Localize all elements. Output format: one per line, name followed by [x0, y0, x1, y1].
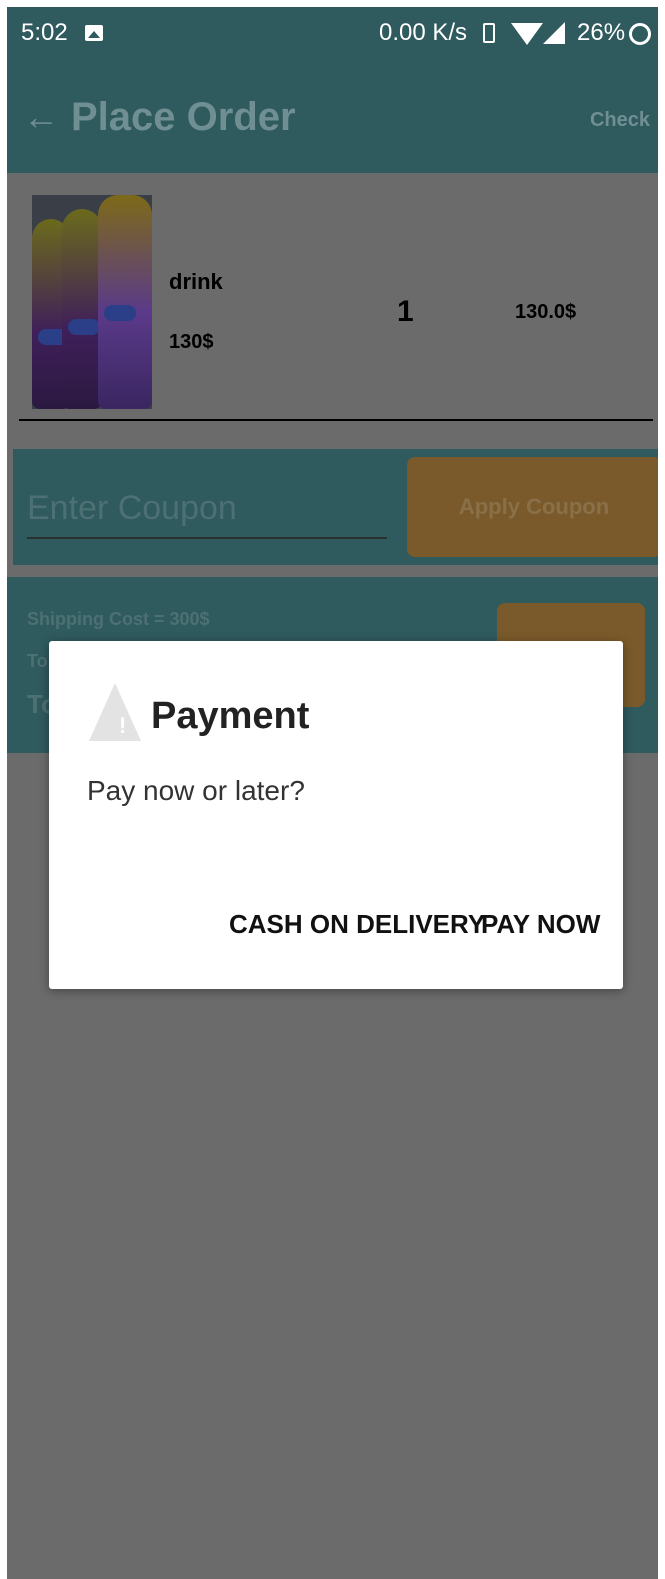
apply-coupon-button[interactable]: Apply Coupon	[407, 457, 658, 557]
app-screen: 5:02 0.00 K/s 26% ← Place Order Check dr…	[7, 7, 658, 1579]
warning-mark: !	[119, 713, 127, 738]
image-icon	[85, 25, 103, 41]
back-arrow-icon[interactable]: ←	[23, 99, 59, 135]
app-bar: ← Place Order Check	[7, 61, 658, 173]
bottle-shape	[62, 209, 102, 409]
battery-icon	[629, 23, 651, 45]
wifi-icon	[511, 23, 543, 45]
coupon-panel: Apply Coupon	[13, 449, 658, 565]
dialog-message: Pay now or later?	[87, 775, 305, 806]
product-total: 130.0$	[515, 301, 577, 323]
bottle-label-shape	[104, 305, 136, 321]
total-line: To	[27, 651, 48, 671]
battery-percent: 26%	[577, 19, 626, 46]
product-quantity: 1	[397, 295, 414, 328]
page-title: Place Order	[71, 95, 296, 139]
dialog-title: Payment	[151, 695, 310, 737]
cash-on-delivery-button[interactable]: CASH ON DELIVERY	[229, 909, 485, 940]
warning-icon	[89, 683, 141, 741]
product-name: drink	[169, 269, 223, 294]
vibrate-icon	[483, 23, 495, 43]
item-divider	[19, 419, 653, 421]
product-price: 130$	[169, 331, 214, 353]
status-time: 5:02	[21, 19, 68, 46]
bottle-shape	[98, 195, 152, 409]
payment-dialog: ! Payment Pay now or later? CASH ON DELI…	[49, 641, 623, 989]
product-image	[32, 195, 152, 409]
bottle-label-shape	[68, 319, 100, 335]
signal-icon	[543, 22, 565, 44]
pay-now-button[interactable]: PAY NOW	[481, 909, 600, 940]
check-button[interactable]: Check	[590, 109, 650, 132]
network-speed: 0.00 K/s	[379, 19, 468, 46]
status-bar: 5:02 0.00 K/s 26%	[7, 7, 658, 61]
shipping-cost: Shipping Cost = 300$	[27, 609, 210, 629]
coupon-input[interactable]	[27, 479, 387, 539]
